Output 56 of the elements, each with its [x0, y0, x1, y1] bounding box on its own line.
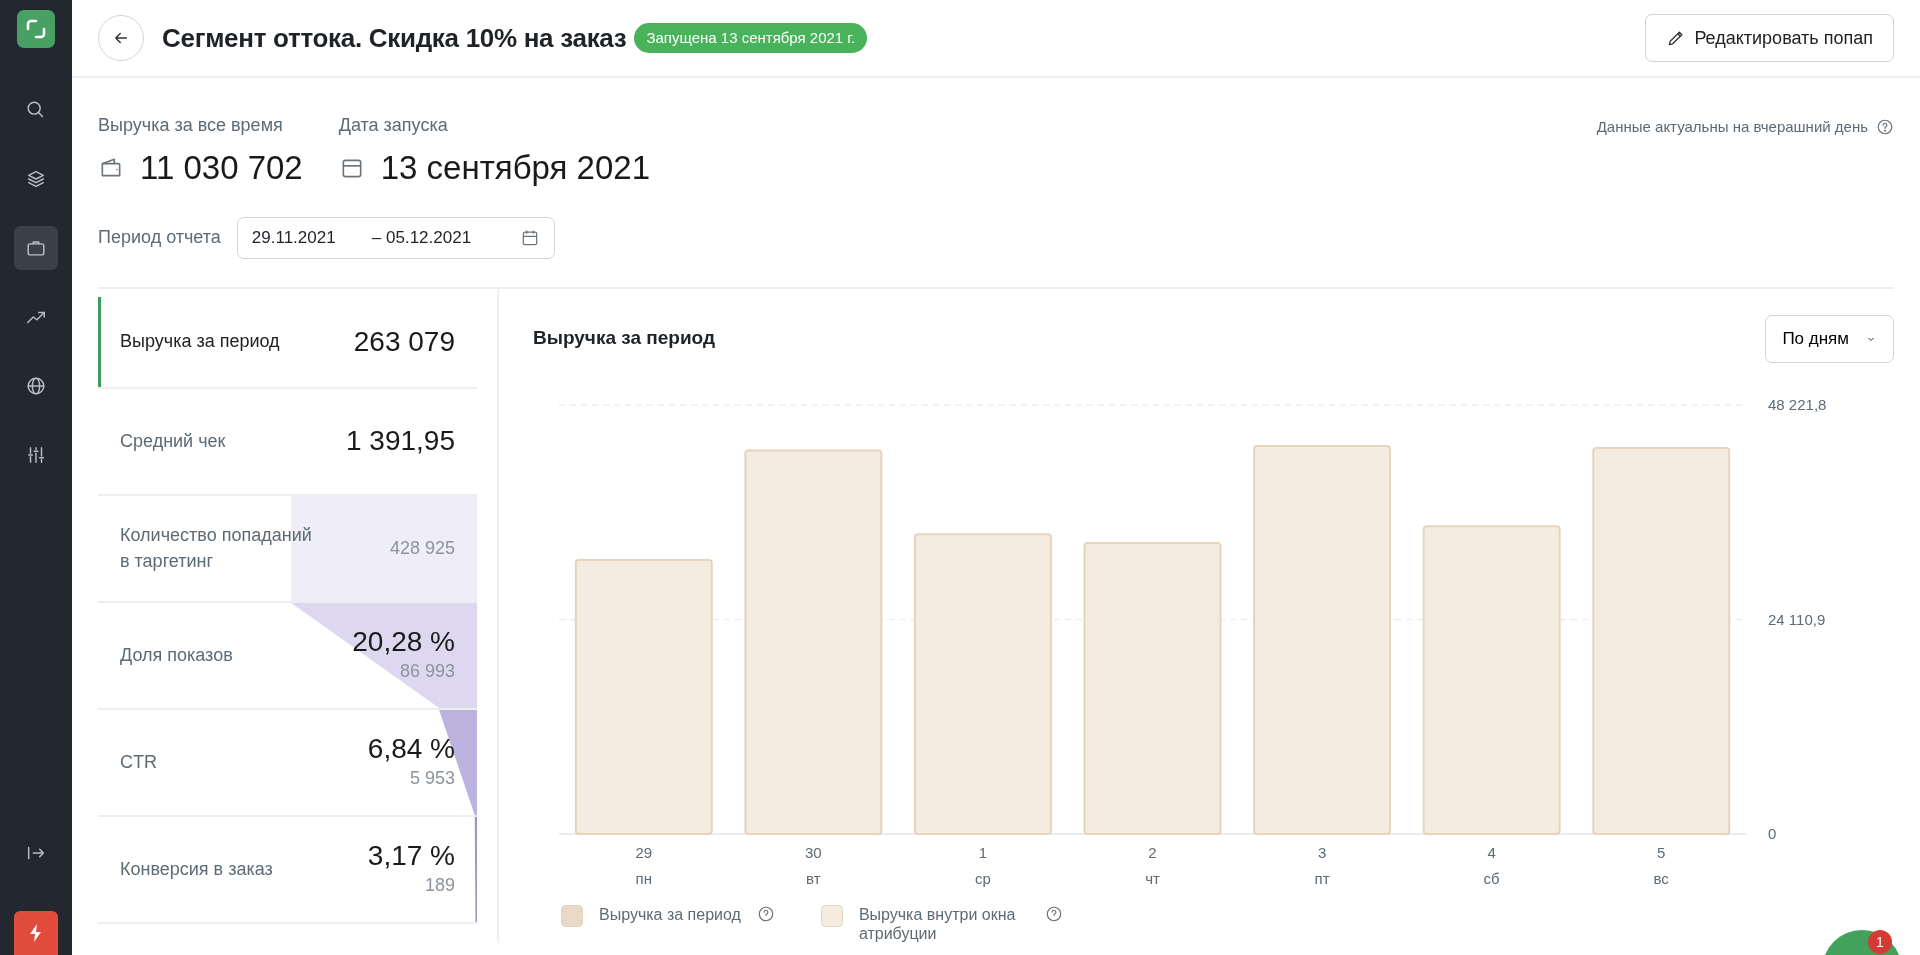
metric-count: 189: [423, 874, 455, 898]
help-icon: [756, 904, 775, 923]
weekday-label: вс: [1653, 869, 1669, 887]
weekday-label: чт: [1145, 869, 1160, 887]
x-axis-label: 5: [1657, 843, 1666, 861]
help-icon: [1876, 118, 1894, 137]
metric-value: 263 079: [353, 324, 455, 359]
notification-count: 1: [1868, 930, 1892, 954]
metric-count: 428 925: [389, 536, 455, 560]
grouping-dropdown[interactable]: По дням: [1765, 314, 1894, 363]
metric-label[interactable]: Выручка за период: [120, 328, 280, 355]
date-range-field[interactable]: 29.11.2021 – 05.12.2021: [236, 216, 555, 259]
chart-title: Выручка за период: [533, 326, 716, 351]
layers-icon: [25, 168, 47, 190]
x-axis-label: 1: [978, 843, 988, 861]
summary-value: 13 сентября 2021: [380, 148, 650, 188]
legend-label: Выручка внутри окна атрибуции: [858, 904, 1017, 943]
weekday-label: пн: [635, 869, 652, 887]
metric-label[interactable]: Количество попаданий в таргетинг: [120, 521, 315, 575]
status-badge: Запущена 13 сентября 2021 г.: [634, 22, 868, 54]
summary-label: Выручка за все время: [98, 114, 284, 137]
metric-value: 1 391,95: [346, 424, 455, 458]
metric-count: 86 993: [398, 660, 455, 684]
x-axis-label: 4: [1487, 843, 1496, 861]
app-logo[interactable]: [17, 10, 55, 48]
weekday-label: пт: [1314, 869, 1330, 887]
metric-label[interactable]: Доля показов: [120, 641, 233, 669]
lightning-button[interactable]: [14, 911, 58, 955]
sliders-icon: [25, 444, 47, 466]
y-axis-label: 24 110,9: [1768, 610, 1826, 627]
weekday-label: ср: [975, 869, 991, 887]
summary-value: 11 030 702: [140, 148, 303, 188]
summary-label: Дата запуска: [338, 114, 449, 137]
metric-label[interactable]: Средний чек: [120, 427, 226, 455]
metric-count: 5 953: [408, 767, 455, 791]
legend-label: Выручка за период: [599, 904, 741, 924]
y-axis-label: 48 221,8: [1768, 395, 1827, 413]
metric-label[interactable]: Конверсия в заказ: [120, 855, 273, 883]
weekday-label: сб: [1483, 869, 1500, 887]
x-axis-label: 3: [1317, 843, 1327, 861]
edit-popup-button[interactable]: Редактировать попап: [1645, 14, 1894, 62]
sidebar-item[interactable]: [14, 226, 58, 270]
help-icon: [1044, 904, 1063, 923]
metric-value: 20,28 %: [352, 624, 455, 659]
metric-label[interactable]: CTR: [120, 748, 157, 776]
x-axis-label: 30: [805, 843, 822, 861]
y-axis-label: 0: [1768, 824, 1777, 842]
metric-value: 3,17 %: [367, 838, 455, 873]
metric-value: 6,84 %: [367, 731, 455, 766]
weekday-label: вт: [806, 869, 821, 887]
globe-icon: [25, 375, 47, 397]
period-label: Период отчета: [98, 226, 221, 249]
x-axis-label: 29: [635, 843, 653, 861]
x-axis-label: 2: [1148, 843, 1157, 861]
data-freshness-note: Данные актуальны на вчерашний день: [1596, 117, 1868, 137]
page-title: Сегмент оттока. Скидка 10% на заказ: [162, 21, 627, 55]
